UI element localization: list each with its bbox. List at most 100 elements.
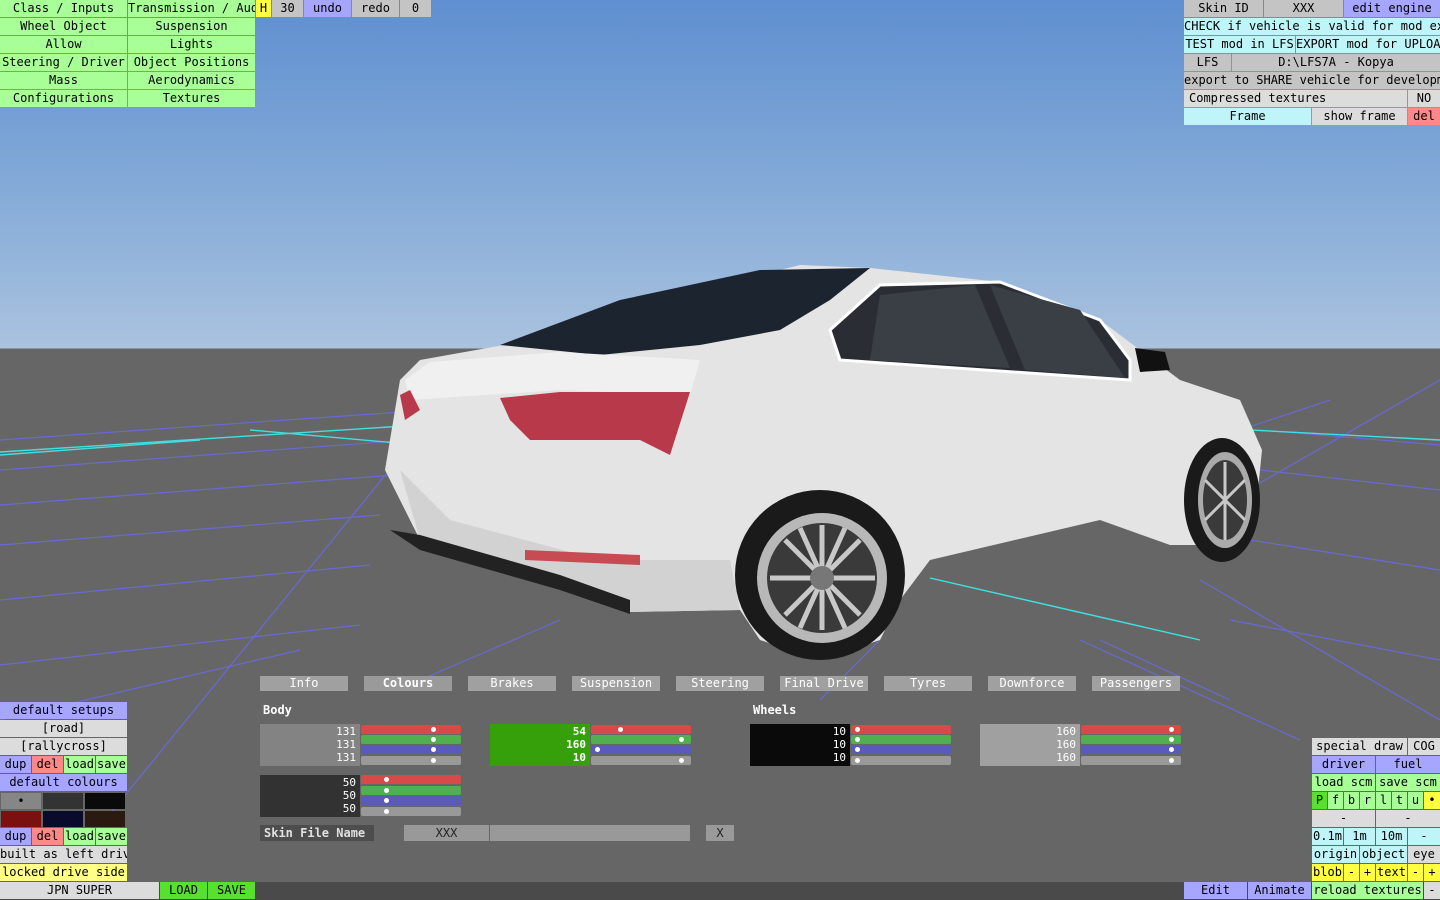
object-button[interactable]: object: [1360, 846, 1407, 863]
wheel-colour-2-swatch[interactable]: 160 160 160: [980, 724, 1080, 766]
setup-load-button[interactable]: load: [64, 756, 95, 773]
animate-mode-button[interactable]: Animate: [1248, 882, 1311, 899]
text-minus-button[interactable]: -: [1408, 864, 1423, 881]
tab-brakes[interactable]: Brakes: [468, 676, 556, 691]
menu-transmission-audio[interactable]: Transmission / Audio: [128, 0, 255, 17]
body2-red-slider[interactable]: [591, 725, 691, 734]
body3-red-slider[interactable]: [361, 775, 461, 784]
colour-preset-4[interactable]: [1, 811, 41, 827]
compressed-textures-toggle[interactable]: NO: [1408, 90, 1440, 107]
view-dot-button[interactable]: •: [1424, 792, 1440, 809]
view-f-button[interactable]: f: [1328, 792, 1343, 809]
wheel2-blue-slider[interactable]: [1081, 745, 1181, 754]
setup-road-item[interactable]: [road]: [0, 720, 127, 737]
scale-0-1m-button[interactable]: 0.1m: [1312, 828, 1343, 845]
view-r-button[interactable]: r: [1360, 792, 1375, 809]
scale-minus-button[interactable]: -: [1408, 828, 1440, 845]
menu-suspension[interactable]: Suspension: [128, 18, 255, 35]
wheel1-red-slider[interactable]: [851, 725, 951, 734]
menu-configurations[interactable]: Configurations: [0, 90, 127, 107]
colour-dup-button[interactable]: dup: [0, 828, 31, 845]
view-b-button[interactable]: b: [1344, 792, 1359, 809]
menu-lights[interactable]: Lights: [128, 36, 255, 53]
text-button[interactable]: text: [1376, 864, 1407, 881]
setup-del-button[interactable]: del: [32, 756, 63, 773]
body-colour-1-swatch[interactable]: 131 131 131: [260, 724, 360, 766]
wheel1-green-slider[interactable]: [851, 735, 951, 744]
wheel1-alpha-slider[interactable]: [851, 756, 951, 765]
origin-button[interactable]: origin: [1312, 846, 1359, 863]
tab-suspension[interactable]: Suspension: [572, 676, 660, 691]
wheel2-green-slider[interactable]: [1081, 735, 1181, 744]
menu-mass[interactable]: Mass: [0, 72, 127, 89]
body3-alpha-slider[interactable]: [361, 807, 461, 816]
colour-preset-5[interactable]: [43, 811, 83, 827]
view-p-button[interactable]: P: [1312, 792, 1327, 809]
tab-downforce[interactable]: Downforce: [988, 676, 1076, 691]
view-l-button[interactable]: l: [1376, 792, 1391, 809]
body2-alpha-slider[interactable]: [591, 756, 691, 765]
zoom-minus-left-button[interactable]: -: [1312, 810, 1375, 827]
check-valid-button[interactable]: CHECK if vehicle is valid for mod export: [1184, 18, 1440, 35]
colour-preset-1[interactable]: •: [1, 793, 41, 809]
body1-green-slider[interactable]: [361, 735, 461, 744]
blob-plus-button[interactable]: +: [1360, 864, 1375, 881]
wheel-colour-1-swatch[interactable]: 10 10 10: [750, 724, 850, 766]
setup-save-button[interactable]: save: [96, 756, 127, 773]
menu-class-inputs[interactable]: Class / Inputs: [0, 0, 127, 17]
body3-green-slider[interactable]: [361, 786, 461, 795]
built-left-drive-toggle[interactable]: built as left drive: [0, 846, 127, 863]
skin-file-name-input[interactable]: [490, 825, 690, 841]
wheel2-red-slider[interactable]: [1081, 725, 1181, 734]
text-plus-button[interactable]: +: [1424, 864, 1440, 881]
special-draw-button[interactable]: special draw: [1312, 738, 1407, 755]
body-colour-2-swatch[interactable]: 54 160 10: [490, 724, 590, 766]
save-vehicle-button[interactable]: SAVE: [208, 882, 255, 899]
body-colour-3-swatch[interactable]: 50 50 50: [260, 775, 360, 817]
scale-1m-button[interactable]: 1m: [1344, 828, 1375, 845]
tab-tyres[interactable]: Tyres: [884, 676, 972, 691]
menu-aerodynamics[interactable]: Aerodynamics: [128, 72, 255, 89]
edit-engine-button[interactable]: edit engine: [1344, 0, 1440, 17]
lfs-path-field[interactable]: D:\LFS7A - Kopya: [1232, 54, 1440, 71]
wheel2-alpha-slider[interactable]: [1081, 756, 1181, 765]
menu-allow[interactable]: Allow: [0, 36, 127, 53]
menu-wheel-object[interactable]: Wheel Object: [0, 18, 127, 35]
view-u-button[interactable]: u: [1408, 792, 1423, 809]
tab-final-drive[interactable]: Final Drive: [780, 676, 868, 691]
colour-preset-2[interactable]: [43, 793, 83, 809]
blob-minus-button[interactable]: -: [1344, 864, 1359, 881]
blob-button[interactable]: blob: [1312, 864, 1343, 881]
viewport-3d[interactable]: [0, 0, 1440, 900]
wheel1-blue-slider[interactable]: [851, 745, 951, 754]
undo-button[interactable]: undo: [304, 0, 351, 17]
body1-blue-slider[interactable]: [361, 745, 461, 754]
scale-10m-button[interactable]: 10m: [1376, 828, 1407, 845]
driver-button[interactable]: driver: [1312, 756, 1375, 773]
menu-steering-driver[interactable]: Steering / Driver: [0, 54, 127, 71]
load-scm-button[interactable]: load scm: [1312, 774, 1375, 791]
edit-mode-button[interactable]: Edit: [1184, 882, 1247, 899]
body1-alpha-slider[interactable]: [361, 756, 461, 765]
tab-info[interactable]: Info: [260, 676, 348, 691]
default-colours-button[interactable]: default colours: [0, 774, 127, 791]
view-t-button[interactable]: t: [1392, 792, 1407, 809]
colour-preset-6[interactable]: [85, 811, 125, 827]
save-scm-button[interactable]: save scm: [1376, 774, 1440, 791]
cog-button[interactable]: COG: [1408, 738, 1440, 755]
colour-del-button[interactable]: del: [32, 828, 63, 845]
setup-dup-button[interactable]: dup: [0, 756, 31, 773]
export-mod-button[interactable]: EXPORT mod for UPLOAD: [1296, 36, 1440, 53]
minimize-button[interactable]: -: [1424, 882, 1440, 899]
body2-green-slider[interactable]: [591, 735, 691, 744]
fuel-button[interactable]: fuel: [1376, 756, 1440, 773]
skin-id-value[interactable]: XXX: [1264, 0, 1343, 17]
show-frame-button[interactable]: show frame: [1312, 108, 1407, 125]
locked-drive-side-toggle[interactable]: locked drive side: [0, 864, 127, 881]
eye-button[interactable]: eye: [1408, 846, 1440, 863]
colour-save-button[interactable]: save: [96, 828, 127, 845]
skin-file-name-value[interactable]: XXX: [404, 825, 489, 841]
test-mod-button[interactable]: TEST mod in LFS: [1184, 36, 1295, 53]
setup-rallycross-item[interactable]: [rallycross]: [0, 738, 127, 755]
body2-blue-slider[interactable]: [591, 745, 691, 754]
